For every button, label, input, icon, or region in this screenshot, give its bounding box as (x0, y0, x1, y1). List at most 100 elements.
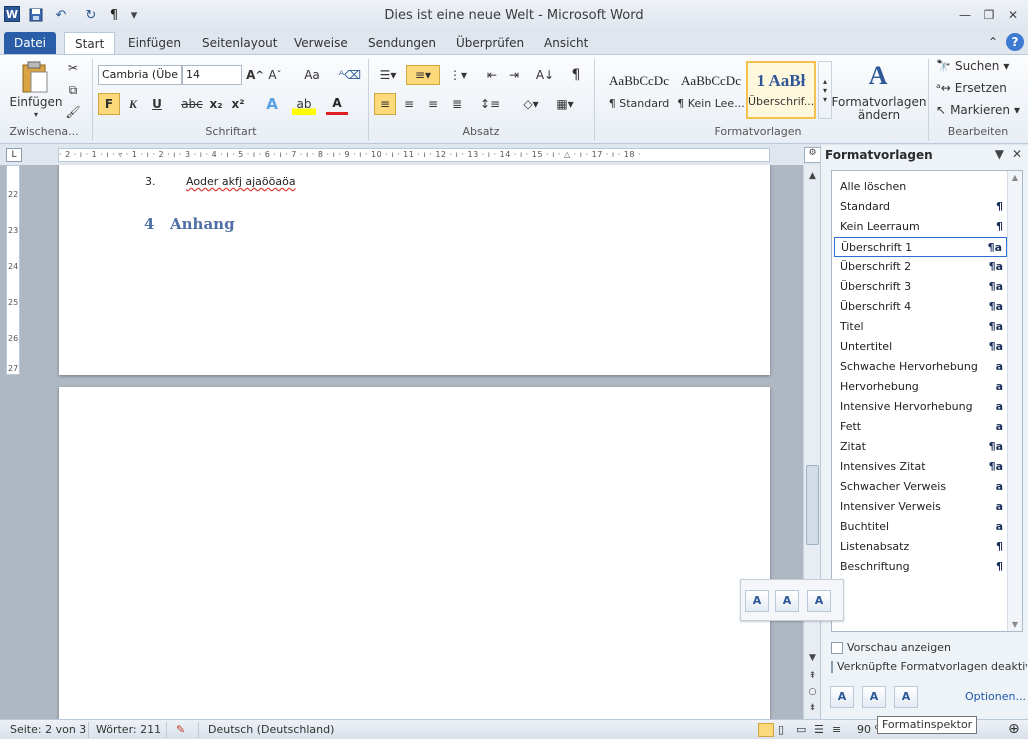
italic-button[interactable]: K (122, 93, 144, 115)
justify-icon[interactable]: ≣ (446, 93, 468, 115)
decrease-indent-icon[interactable]: ⇤ (482, 65, 502, 85)
grow-font-icon[interactable]: A ^ (246, 65, 264, 85)
zoom-in-icon[interactable]: ⊕ (1008, 721, 1020, 737)
heading-text[interactable]: Anhang (170, 215, 235, 233)
align-center-icon[interactable]: ≡ (398, 93, 420, 115)
style-list-item[interactable]: Intensiver Verweis a (834, 497, 1007, 517)
scroll-thumb[interactable] (806, 465, 819, 545)
increase-indent-icon[interactable]: ⇥ (504, 65, 524, 85)
subscript-button[interactable]: x₂ (206, 93, 226, 115)
restore-button[interactable]: ❐ (978, 6, 1000, 24)
styles-list-scrollbar[interactable]: ▲ ▼ (1007, 171, 1022, 631)
show-formatting-icon[interactable]: ¶ (566, 65, 586, 85)
multilevel-list-icon[interactable]: ⋮▾ (444, 65, 472, 85)
language-indicator[interactable]: Deutsch (Deutschland) (208, 723, 334, 736)
page[interactable] (59, 387, 770, 719)
cut-icon[interactable]: ✂ (64, 59, 82, 77)
style-inspector-button[interactable]: A (862, 686, 886, 708)
next-page-icon[interactable]: ⇟ (804, 703, 821, 713)
align-right-icon[interactable]: ≡ (422, 93, 444, 115)
print-layout-icon[interactable] (758, 723, 774, 737)
style-list-item[interactable]: Kein Leerraum ¶ (834, 217, 1007, 237)
word-count[interactable]: Wörter: 211 (96, 723, 161, 736)
numbering-icon[interactable]: ≡▾ (406, 65, 440, 85)
tab-ansicht[interactable]: Ansicht (534, 32, 598, 54)
align-left-icon[interactable]: ≡ (374, 93, 396, 115)
style-list-item[interactable]: Hervorhebung a (834, 377, 1007, 397)
styles-list[interactable]: ▲ ▼ Alle löschen Standard ¶ Kein Leerraum ¶ Ü… (831, 170, 1023, 632)
style-list-item[interactable]: Beschriftung ¶ (834, 557, 1007, 577)
tab-sendungen[interactable]: Sendungen (358, 32, 446, 54)
style-list-item[interactable]: Fett a (834, 417, 1007, 437)
tab-ueberpruefen[interactable]: Überprüfen (446, 32, 534, 54)
line-spacing-icon[interactable]: ↕≡ (476, 93, 504, 115)
strikethrough-button[interactable]: abc (180, 93, 204, 115)
format-painter-icon[interactable]: 🖌 (64, 103, 82, 121)
style-list-item[interactable]: Schwache Hervorhebung a (834, 357, 1007, 377)
style-list-item[interactable]: Titel ¶a (834, 317, 1007, 337)
scroll-up-icon[interactable]: ▲ (1008, 173, 1022, 182)
draft-icon[interactable]: ≡ (832, 723, 841, 736)
style-list-item[interactable]: Listenabsatz ¶ (834, 537, 1007, 557)
tab-datei[interactable]: Datei (4, 32, 57, 54)
style-list-item[interactable]: Alle löschen (834, 177, 1007, 197)
ruler-scale[interactable]: · 2 · ı · 1 · ı · ▿ · 1 · ı · 2 · ı · 3 … (58, 148, 770, 162)
style-list-item[interactable]: Untertitel ¶a (834, 337, 1007, 357)
borders-icon[interactable]: ▦▾ (550, 93, 580, 115)
help-icon[interactable]: ? (1006, 33, 1024, 51)
checkbox-box[interactable] (831, 641, 843, 654)
new-style-button[interactable]: A (745, 590, 769, 612)
manage-styles-button[interactable]: A (807, 590, 831, 612)
change-styles-icon[interactable]: A (860, 59, 896, 93)
close-button[interactable]: ✕ (1002, 6, 1024, 24)
shrink-font-icon[interactable]: Aˇ (266, 65, 284, 85)
style-kein-leerraum[interactable]: AaBbCcDc ¶ Kein Lee... (676, 61, 746, 119)
text-effects-icon[interactable]: A (260, 93, 284, 115)
scroll-up-icon[interactable]: ▲ (804, 171, 821, 181)
tab-seitenlayout[interactable]: Seitenlayout (192, 32, 287, 54)
scroll-down-icon[interactable]: ▼ (1008, 620, 1022, 629)
style-list-item[interactable]: Zitat ¶a (834, 437, 1007, 457)
scroll-down-icon[interactable]: ▼ (804, 653, 821, 663)
font-color-icon[interactable]: A (326, 93, 348, 115)
tab-verweise[interactable]: Verweise (284, 32, 358, 54)
manage-styles-button[interactable]: A (894, 686, 918, 708)
tab-start[interactable]: Start (64, 32, 116, 54)
styles-gallery-scroll[interactable]: ▴ ▾ ▾ (818, 61, 832, 119)
list-item-text[interactable]: Aoder akfj ajaööaöa (186, 175, 296, 188)
change-case-button[interactable]: Aa (298, 65, 326, 85)
document-area[interactable]: 3. Aoder akfj ajaööaöa 4 Anhang (0, 165, 803, 719)
superscript-button[interactable]: x² (228, 93, 248, 115)
find-button[interactable]: 🔭 Suchen ▾ (936, 59, 1009, 73)
highlight-icon[interactable]: ab (292, 93, 316, 115)
style-standard[interactable]: AaBbCcDc ¶ Standard (604, 61, 674, 119)
browse-object-icon[interactable]: ○ (804, 687, 821, 697)
replace-button[interactable]: ᵃ↔ Ersetzen (936, 81, 1007, 95)
bold-button[interactable]: F (98, 93, 120, 115)
full-screen-reading-icon[interactable]: ▯ (778, 723, 784, 736)
proofing-icon[interactable]: ✎ (176, 723, 185, 736)
page[interactable]: 3. Aoder akfj ajaööaöa 4 Anhang (59, 165, 770, 375)
change-styles-button[interactable]: Formatvorlagen ändern (832, 95, 927, 123)
minimize-button[interactable]: — (954, 6, 976, 24)
style-list-item[interactable]: Überschrift 2 ¶a (834, 257, 1007, 277)
select-button[interactable]: ↖ Markieren ▾ (936, 103, 1020, 117)
paste-button[interactable]: Einfügen (10, 95, 63, 109)
bullets-icon[interactable]: ☰▾ (374, 65, 402, 85)
linked-styles-checkbox[interactable]: Verknüpfte Formatvorlagen deaktivieren (831, 660, 1027, 673)
clear-formatting-icon[interactable]: ᴬ⌫ (338, 65, 362, 85)
style-list-item[interactable]: Standard ¶ (834, 197, 1007, 217)
vertical-scrollbar[interactable]: ⚙ ▲ ▼ ⇞ ○ ⇟ (803, 147, 821, 719)
font-size-field[interactable]: 14 (182, 65, 242, 85)
style-ueberschrift-1[interactable]: 1 AaBł Überschrif... (746, 61, 816, 119)
page-count[interactable]: Seite: 2 von 3 (10, 723, 86, 736)
shading-icon[interactable]: ◇▾ (516, 93, 546, 115)
font-name-field[interactable]: Cambria (Übe (98, 65, 182, 85)
previous-page-icon[interactable]: ⇞ (804, 671, 821, 681)
style-list-item[interactable]: Intensives Zitat ¶a (834, 457, 1007, 477)
style-inspector-button[interactable]: A (775, 590, 799, 612)
sort-icon[interactable]: A↓ (534, 65, 556, 85)
ruler-toggle-icon[interactable]: ⚙ (804, 147, 821, 163)
style-list-item[interactable]: Überschrift 3 ¶a (834, 277, 1007, 297)
pane-close-icon[interactable]: ✕ (1012, 147, 1022, 161)
